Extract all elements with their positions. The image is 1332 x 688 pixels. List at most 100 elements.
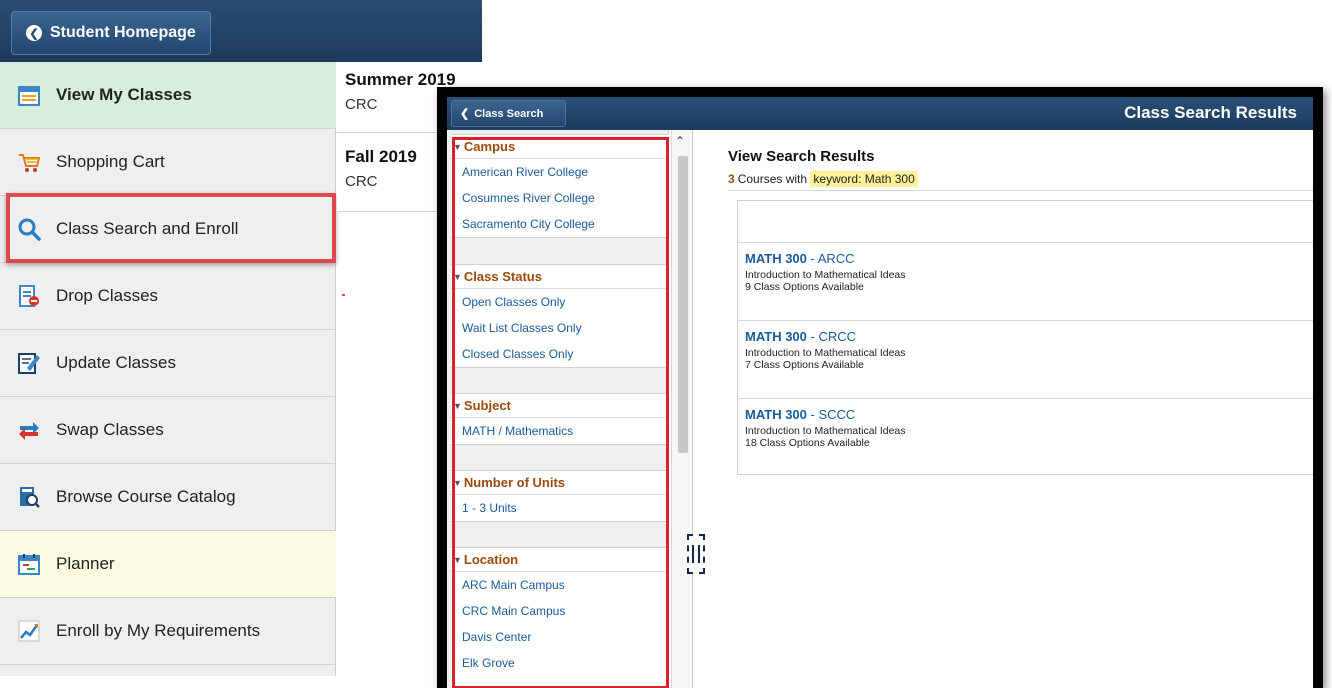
facet-option[interactable]: Davis Center (451, 624, 669, 650)
triangle-down-icon: ▼ (453, 554, 462, 565)
drop-classes-icon (16, 283, 42, 309)
course-code: MATH 300 (745, 407, 807, 422)
student-homepage-back-button[interactable]: ❮ Student Homepage (11, 11, 211, 55)
course-options: 9 Class Options Available (745, 281, 864, 293)
screenshot-root: ❮ Student Homepage View My Classes Shopp… (0, 0, 1332, 688)
facet-header[interactable]: ▼ Campus (451, 135, 669, 159)
facet-option[interactable]: 1 - 3 Units (451, 495, 669, 521)
chevron-left-icon: ❮ (26, 25, 42, 41)
page-title: Class Search Results (1124, 103, 1297, 122)
course-description: Introduction to Mathematical Ideas (745, 347, 906, 359)
course-code: MATH 300 (745, 329, 807, 344)
nav-update-classes[interactable]: Update Classes (0, 330, 336, 397)
results-count-text: Courses with (737, 172, 808, 186)
chevron-left-icon: ❮ (460, 108, 470, 120)
nav-label: Browse Course Catalog (56, 487, 236, 506)
facet-option[interactable]: Closed Classes Only (451, 341, 669, 367)
scrollbar-thumb[interactable] (678, 156, 688, 453)
results-list-header (738, 201, 1313, 243)
results-list: MATH 300 - ARCC Introduction to Mathemat… (737, 200, 1313, 475)
facet-option[interactable]: MATH / Mathematics (451, 418, 669, 444)
nav-drop-classes[interactable]: Drop Classes (0, 263, 336, 330)
results-heading: View Search Results (728, 148, 875, 165)
course-options: 7 Class Options Available (745, 359, 864, 371)
facet-option[interactable]: Wait List Classes Only (451, 315, 669, 341)
facet-header[interactable]: ▼ Subject (451, 394, 669, 418)
nav-planner[interactable]: Planner (0, 531, 336, 598)
facet-class-status: ▼ Class Status Open Classes Only Wait Lis… (451, 264, 669, 368)
nav-label: Shopping Cart (56, 152, 165, 171)
filter-scrollbar[interactable]: ⌃ (671, 130, 691, 688)
student-header-bar: ❮ Student Homepage (0, 0, 482, 62)
triangle-down-icon: ▼ (453, 141, 462, 152)
back-button-label: Student Homepage (50, 24, 196, 41)
facet-header[interactable]: ▼ Number of Units (451, 471, 669, 495)
facet-campus: ▼ Campus American River College Cosumnes … (451, 134, 669, 238)
course-campus: CRCC (818, 329, 857, 344)
facet-option[interactable]: Sacramento City College (451, 211, 669, 237)
class-search-window-content: ❮ Class Search Class Search Results ▼ Cam… (447, 97, 1313, 688)
facet-location: ▼ Location ARC Main Campus CRC Main Campu… (451, 547, 669, 688)
nav-label: View My Classes (56, 85, 192, 104)
facet-title: Location (463, 552, 519, 567)
class-search-highlight (6, 193, 336, 263)
course-description: Introduction to Mathematical Ideas (745, 269, 906, 281)
facet-number-of-units: ▼ Number of Units 1 - 3 Units (451, 470, 669, 522)
course-title-line: MATH 300 - CRCC (745, 329, 857, 344)
nav-view-my-classes[interactable]: View My Classes (0, 62, 336, 129)
catalog-search-icon (16, 484, 42, 510)
facet-title: Number of Units (463, 475, 566, 490)
facet-title: Subject (463, 398, 511, 413)
nav-enroll-by-my-requirements[interactable]: Enroll by My Requirements (0, 598, 336, 665)
facet-header[interactable]: ▼ Class Status (451, 265, 669, 289)
trend-chart-icon (16, 618, 42, 644)
facet-header[interactable]: ▼ Location (451, 548, 669, 572)
facet-title: Class Status (463, 269, 542, 284)
pane-resize-handle[interactable] (687, 534, 705, 574)
class-search-header-bar: ❮ Class Search Class Search Results (447, 97, 1313, 130)
divider (728, 190, 1313, 191)
student-sidebar: View My Classes Shopping Cart Class Sear… (0, 62, 336, 676)
drag-grip-icon (692, 545, 700, 563)
search-results-panel: View Search Results 3 Courses with keywor… (692, 130, 1313, 688)
back-button-label: Class Search (474, 107, 544, 120)
planner-icon (16, 551, 42, 577)
results-count-number: 3 (728, 172, 735, 186)
course-title-line: MATH 300 - SCCC (745, 407, 856, 422)
facet-option[interactable]: ARC Main Campus (451, 572, 669, 598)
triangle-down-icon: ▼ (453, 271, 462, 282)
shopping-cart-icon (16, 149, 42, 175)
facet-option[interactable]: Cosumnes River College (451, 185, 669, 211)
nav-swap-classes[interactable]: Swap Classes (0, 397, 336, 464)
facet-option[interactable]: Elk Grove (451, 650, 669, 676)
nav-label: Update Classes (56, 353, 177, 372)
red-mark (342, 294, 345, 296)
nav-label: Swap Classes (56, 420, 164, 439)
filter-sidebar: ▼ Campus American River College Cosumnes … (447, 130, 669, 688)
class-search-window: ❮ Class Search Class Search Results ▼ Cam… (437, 87, 1323, 688)
nav-label: Planner (56, 554, 115, 573)
facet-option[interactable]: CRC Main Campus (451, 598, 669, 624)
nav-label: Drop Classes (56, 286, 159, 305)
scroll-up-icon[interactable]: ⌃ (675, 134, 685, 148)
results-keyword: keyword: Math 300 (810, 171, 918, 187)
course-result[interactable]: MATH 300 - ARCC Introduction to Mathemat… (738, 243, 1313, 321)
class-search-back-button[interactable]: ❮ Class Search (451, 100, 566, 127)
edit-document-icon (16, 350, 42, 376)
course-title-line: MATH 300 - ARCC (745, 251, 855, 266)
swap-arrows-icon (16, 417, 42, 443)
course-campus: ARCC (817, 251, 855, 266)
facet-subject: ▼ Subject MATH / Mathematics (451, 393, 669, 445)
calendar-icon (16, 82, 42, 108)
facet-option[interactable]: Open Classes Only (451, 289, 669, 315)
nav-browse-course-catalog[interactable]: Browse Course Catalog (0, 464, 336, 531)
course-result[interactable]: MATH 300 - CRCC Introduction to Mathemat… (738, 321, 1313, 399)
facet-option[interactable]: American River College (451, 159, 669, 185)
course-result[interactable]: MATH 300 - SCCC Introduction to Mathemat… (738, 399, 1313, 477)
nav-shopping-cart[interactable]: Shopping Cart (0, 129, 336, 196)
course-code: MATH 300 (745, 251, 807, 266)
facet-title: Campus (463, 139, 516, 154)
course-campus: SCCC (818, 407, 856, 422)
triangle-down-icon: ▼ (453, 477, 462, 488)
triangle-down-icon: ▼ (453, 400, 462, 411)
